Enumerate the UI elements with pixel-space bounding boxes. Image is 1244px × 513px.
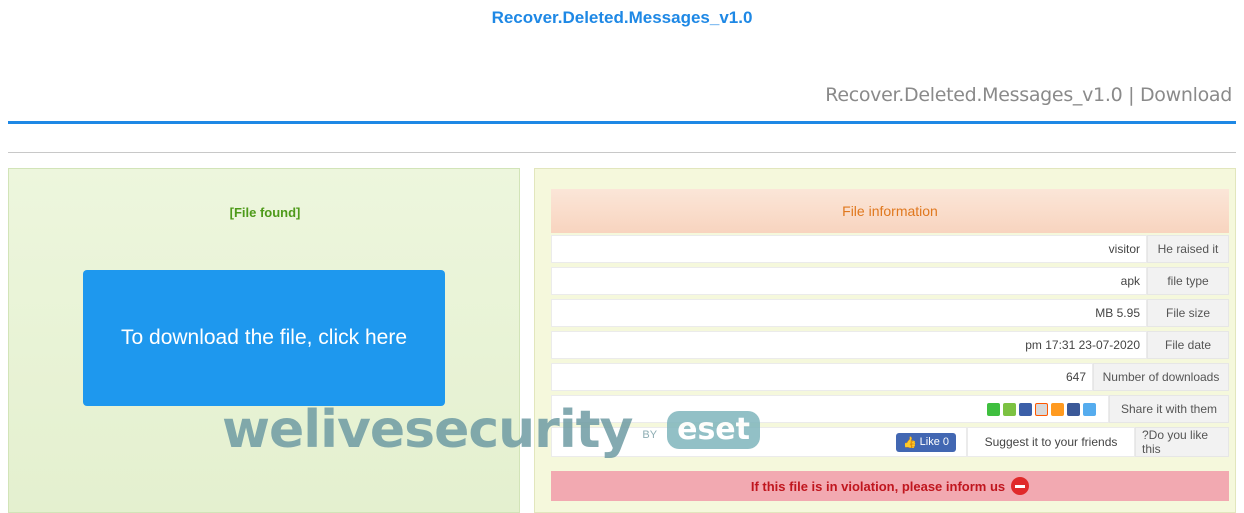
info-row-uploader: visitor He raised it <box>551 235 1229 263</box>
page-heading: Recover.Deleted.Messages_v1.0 | Download <box>825 84 1232 106</box>
watermark-eset: eset <box>667 411 760 449</box>
file-type-value: apk <box>551 267 1147 295</box>
info-row-downloads: 647 Number of downloads <box>551 363 1229 391</box>
uploader-label: He raised it <box>1147 235 1229 263</box>
file-size-label: File size <box>1147 299 1229 327</box>
header-divider <box>8 121 1236 124</box>
file-date-label: File date <box>1147 331 1229 359</box>
download-panel: [File found] To download the file, click… <box>8 168 520 513</box>
download-button[interactable]: To download the file, click here <box>83 270 445 406</box>
like-button-label: Like 0 <box>919 436 949 448</box>
file-status: [File found] <box>229 205 301 220</box>
file-date-value: pm 17:31 23-07-2020 <box>551 331 1147 359</box>
twitter-icon[interactable] <box>1083 402 1096 416</box>
line-icon[interactable] <box>987 402 1000 416</box>
watermark-brand: welivesecurity <box>222 400 633 460</box>
reddit-icon[interactable] <box>1035 402 1048 416</box>
messenger-icon[interactable] <box>1019 402 1032 416</box>
info-row-file-size: MB 5.95 File size <box>551 299 1229 327</box>
file-size-value: MB 5.95 <box>551 299 1147 327</box>
report-violation-link[interactable]: If this file is in violation, please inf… <box>551 471 1229 501</box>
thumbs-up-icon: 👍 <box>902 436 917 449</box>
file-info-header: File information <box>551 189 1229 233</box>
watermark-logo: welivesecurity BY eset <box>222 400 760 460</box>
info-row-file-date: pm 17:31 23-07-2020 File date <box>551 331 1229 359</box>
violation-label: If this file is in violation, please inf… <box>750 478 1006 494</box>
share-label: Share it with them <box>1109 395 1229 423</box>
myspace-icon[interactable] <box>1051 402 1064 416</box>
like-button[interactable]: 👍 Like 0 <box>895 432 956 452</box>
file-info-panel: File information visitor He raised it ap… <box>534 168 1236 513</box>
like-question-label: ?Do you like this <box>1135 427 1229 457</box>
wechat-icon[interactable] <box>1003 402 1016 416</box>
stop-icon <box>1011 477 1030 495</box>
facebook-icon[interactable] <box>1067 402 1080 416</box>
uploader-value: visitor <box>551 235 1147 263</box>
section-divider <box>8 152 1236 153</box>
downloads-label: Number of downloads <box>1093 363 1229 391</box>
info-row-file-type: apk file type <box>551 267 1229 295</box>
site-title[interactable]: Recover.Deleted.Messages_v1.0 <box>0 8 1244 28</box>
downloads-value: 647 <box>551 363 1093 391</box>
file-type-label: file type <box>1147 267 1229 295</box>
suggest-label: Suggest it to your friends <box>967 427 1135 457</box>
watermark-by: BY <box>642 429 658 441</box>
